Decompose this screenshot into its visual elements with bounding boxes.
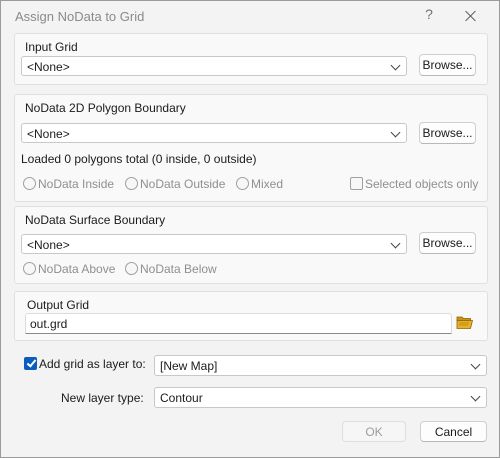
surface-boundary-group: NoData Surface Boundary <None> Browse...… xyxy=(14,206,488,284)
surface-browse-button[interactable]: Browse... xyxy=(419,232,476,254)
checkbox-label: Selected objects only xyxy=(365,177,479,191)
dialog-title: Assign NoData to Grid xyxy=(15,9,145,24)
polygon-boundary-value: <None> xyxy=(27,127,70,141)
radio-label: NoData Inside xyxy=(38,177,115,191)
polygon-status-text: Loaded 0 polygons total (0 inside, 0 out… xyxy=(21,152,257,166)
cancel-button[interactable]: Cancel xyxy=(420,421,487,442)
open-folder-icon[interactable] xyxy=(456,314,474,330)
add-layer-label: Add grid as layer to: xyxy=(39,357,146,371)
output-grid-label: Output Grid xyxy=(27,298,90,312)
assign-nodata-dialog: Assign NoData to Grid ? Input Grid <None… xyxy=(0,0,500,458)
output-grid-input[interactable]: out.grd xyxy=(25,313,452,334)
add-layer-combo[interactable]: [New Map] xyxy=(154,355,487,376)
polygon-boundary-label: NoData 2D Polygon Boundary xyxy=(25,101,186,115)
chevron-down-icon xyxy=(390,60,401,71)
layer-type-value: Contour xyxy=(160,391,203,405)
radio-circle xyxy=(23,262,36,275)
radio-label: NoData Below xyxy=(140,262,217,276)
chevron-down-icon xyxy=(390,238,401,249)
radio-circle xyxy=(236,177,249,190)
output-grid-value: out.grd xyxy=(30,317,68,331)
input-grid-browse-button[interactable]: Browse... xyxy=(419,54,476,76)
output-grid-group: Output Grid out.grd xyxy=(14,291,488,341)
title-bar: Assign NoData to Grid ? xyxy=(1,1,499,32)
ok-button[interactable]: OK xyxy=(342,421,406,442)
radio-circle xyxy=(23,177,36,190)
chevron-down-icon xyxy=(390,127,401,138)
radio-label: Mixed xyxy=(251,177,284,191)
polygon-browse-button[interactable]: Browse... xyxy=(419,122,476,144)
help-button[interactable]: ? xyxy=(419,6,439,22)
input-grid-value: <None> xyxy=(27,60,70,74)
polygon-boundary-group: NoData 2D Polygon Boundary <None> Browse… xyxy=(14,94,488,202)
radio-label: NoData Above xyxy=(38,262,116,276)
chevron-down-icon xyxy=(470,359,481,370)
input-grid-label: Input Grid xyxy=(25,40,78,54)
radio-circle xyxy=(125,177,138,190)
input-grid-group: Input Grid <None> Browse... xyxy=(14,33,488,85)
checkbox-box xyxy=(24,357,37,370)
add-layer-value: [New Map] xyxy=(160,359,218,373)
radio-label: NoData Outside xyxy=(140,177,226,191)
checkbox-box xyxy=(350,177,363,190)
polygon-boundary-combo[interactable]: <None> xyxy=(21,123,407,143)
layer-type-combo[interactable]: Contour xyxy=(154,387,487,408)
surface-boundary-combo[interactable]: <None> xyxy=(21,234,407,254)
surface-boundary-value: <None> xyxy=(27,238,70,252)
chevron-down-icon xyxy=(470,391,481,402)
surface-boundary-label: NoData Surface Boundary xyxy=(25,213,166,227)
radio-circle xyxy=(125,262,138,275)
layer-type-label: New layer type: xyxy=(61,391,144,405)
input-grid-combo[interactable]: <None> xyxy=(21,56,407,76)
close-icon[interactable] xyxy=(461,7,481,25)
